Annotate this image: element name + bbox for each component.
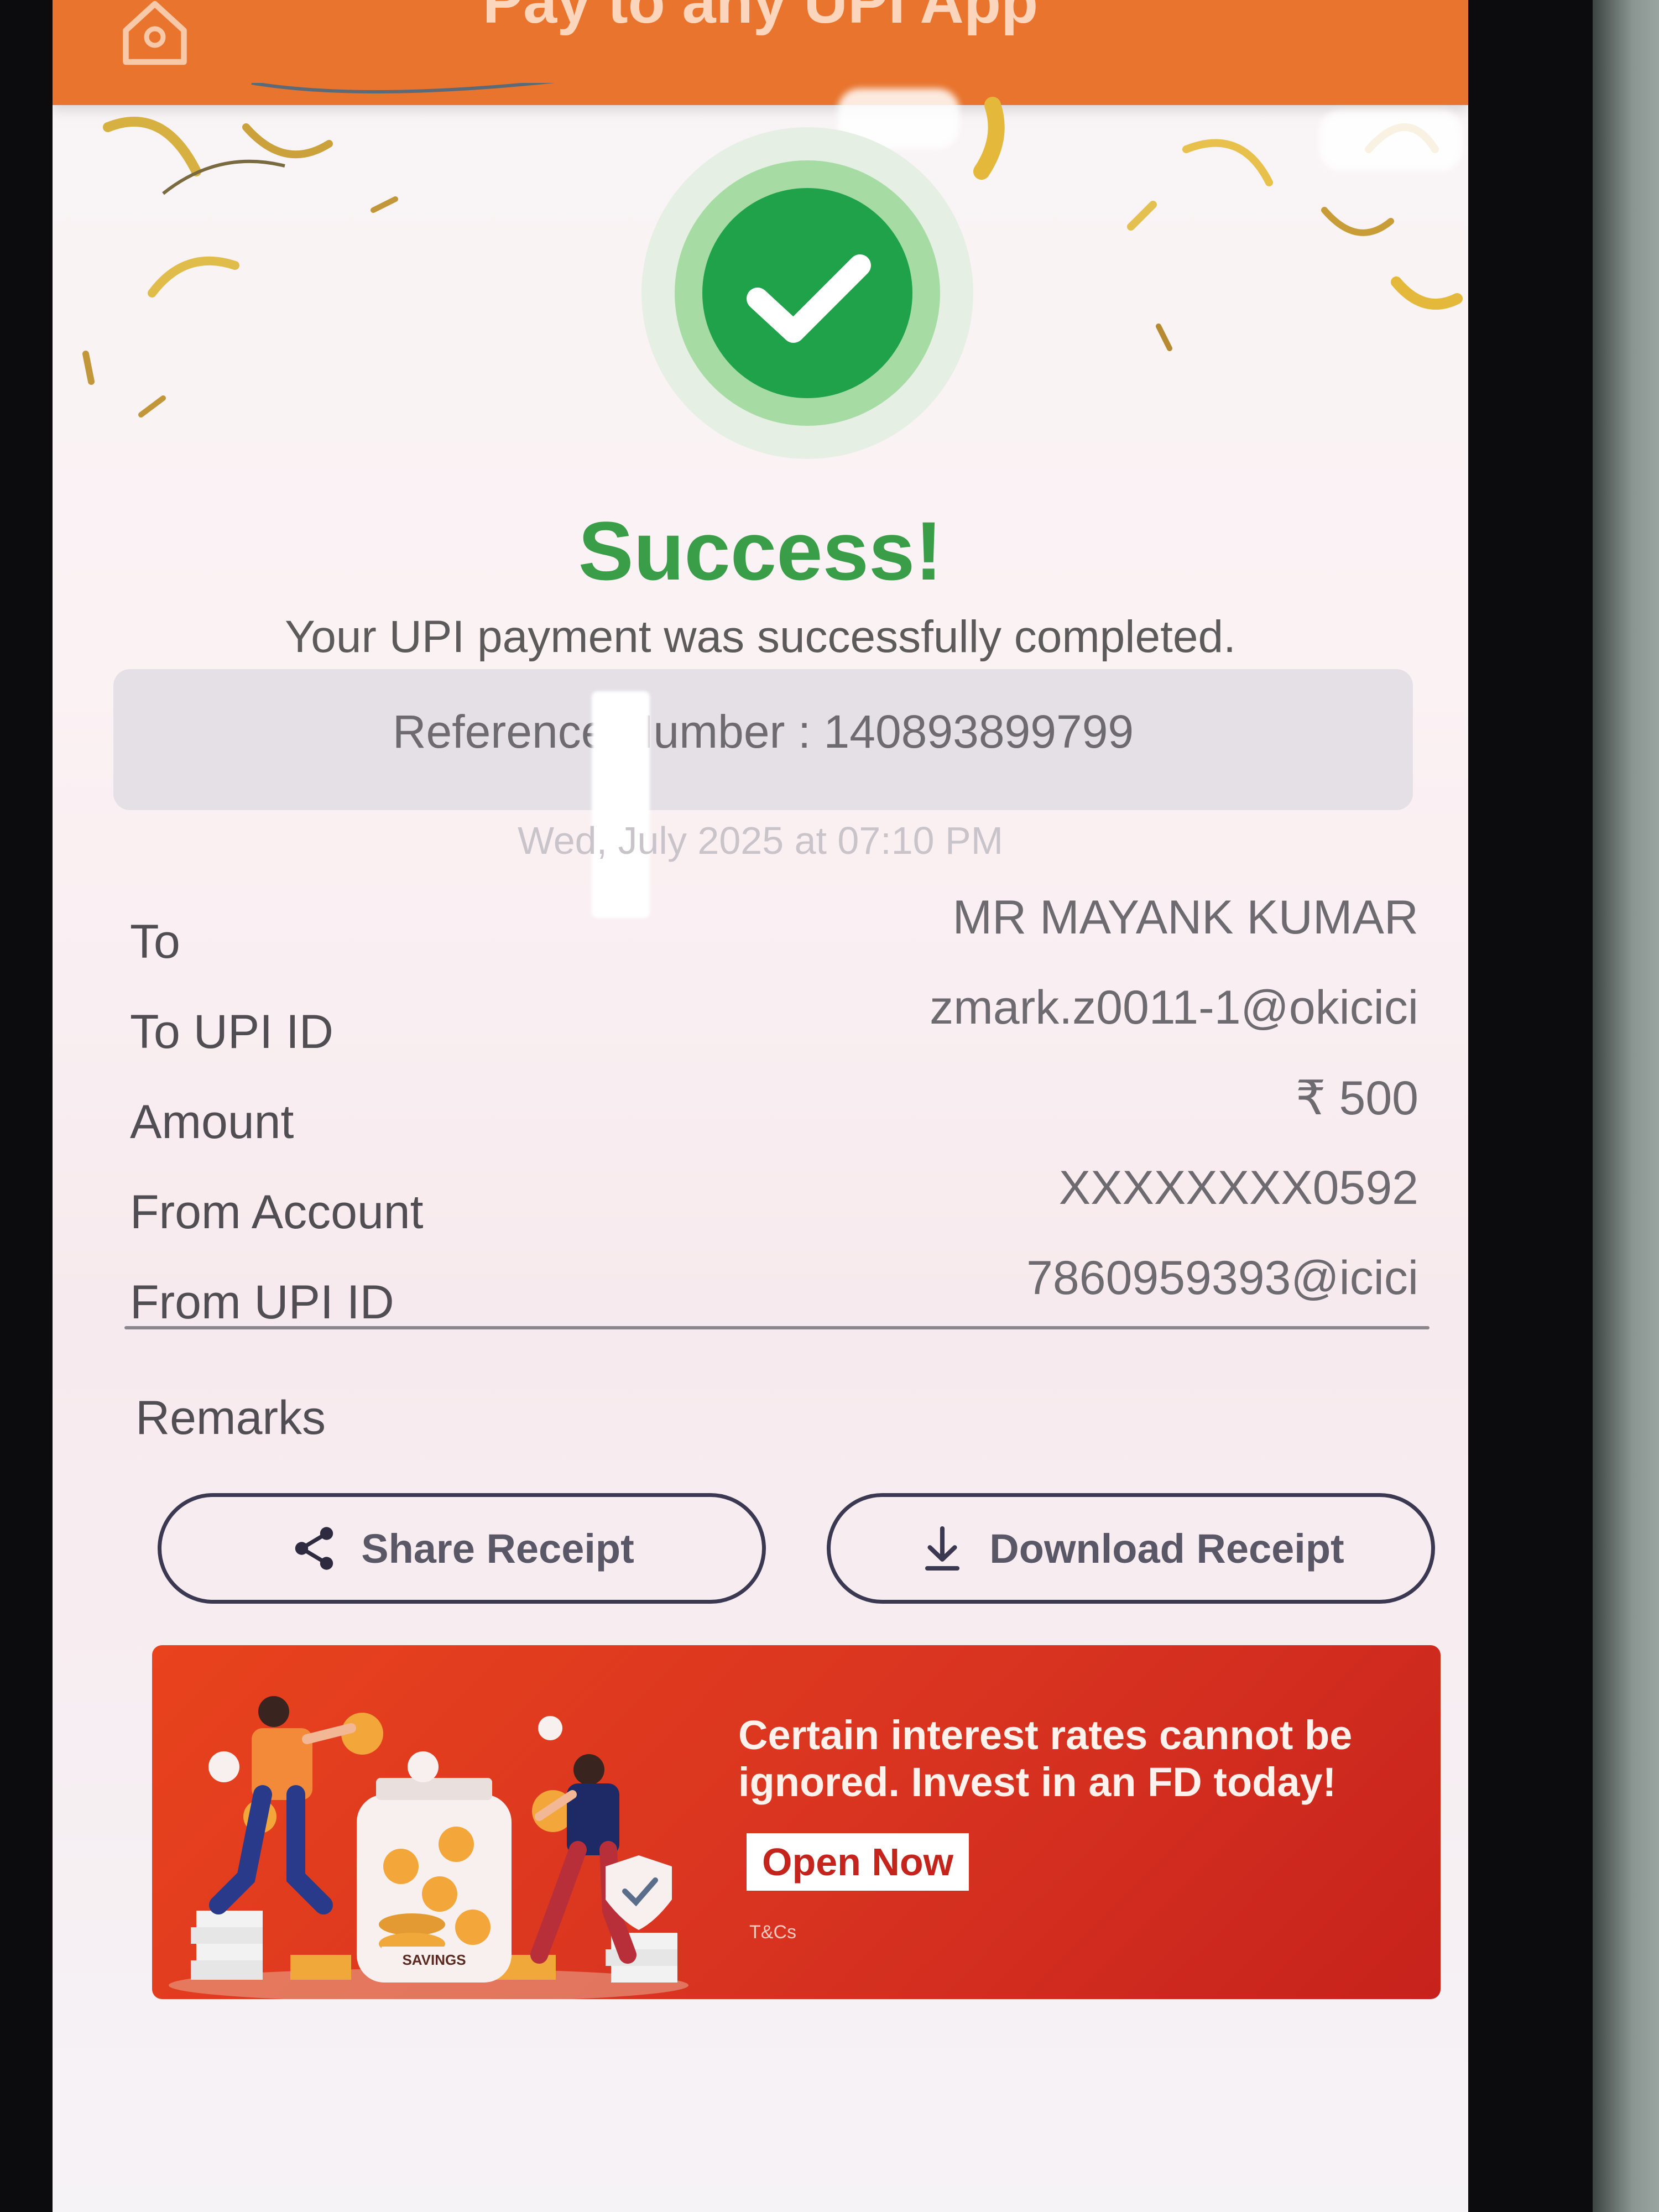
reference-number: Reference Number : 140893899799 [392, 706, 1134, 758]
fd-promo-banner[interactable]: SAVINGS Certain interest rates cannot be… [152, 1645, 1441, 1999]
detail-value: zmark.z0011-1@okicici [930, 981, 1418, 1034]
check-circle-icon [641, 127, 973, 459]
share-receipt-label: Share Receipt [361, 1525, 634, 1572]
share-icon [295, 1527, 333, 1570]
detail-row-from-account: From Account XXXXXXXX0592 [130, 1161, 1418, 1251]
remarks-label: Remarks [135, 1391, 326, 1444]
download-receipt-button[interactable]: Download Receipt [827, 1493, 1435, 1604]
detail-value: MR MAYANK KUMAR [952, 891, 1418, 944]
screen-glare [1319, 111, 1463, 171]
download-receipt-label: Download Receipt [989, 1525, 1344, 1572]
detail-label: From UPI ID [130, 1276, 394, 1329]
detail-row-amount: Amount ₹ 500 [130, 1071, 1418, 1161]
detail-value: XXXXXXXX0592 [1058, 1161, 1418, 1214]
detail-value: 7860959393@icici [1026, 1251, 1418, 1305]
detail-label: Amount [130, 1095, 294, 1149]
transaction-date: Wed, July 2025 at 07:10 PM [517, 819, 1004, 862]
app-screen: Pay to any UPI App Success! Your UPI pay… [53, 0, 1468, 2212]
open-now-button[interactable]: Open Now [747, 1833, 969, 1891]
share-receipt-button[interactable]: Share Receipt [158, 1493, 766, 1604]
reference-box: Reference Number : 140893899799 [113, 669, 1413, 810]
background-surface [1593, 0, 1659, 2212]
detail-label: To UPI ID [130, 1005, 333, 1058]
detail-label: To [130, 915, 180, 968]
jar-label: SAVINGS [402, 1952, 466, 1968]
detail-label: From Account [130, 1186, 424, 1239]
promo-text: Certain interest rates cannot be ignored… [738, 1712, 1353, 1806]
transaction-details: To MR MAYANK KUMAR To UPI ID zmark.z0011… [130, 890, 1418, 1341]
divider [124, 1326, 1430, 1329]
detail-value: ₹ 500 [1295, 1072, 1418, 1125]
header-title: Pay to any UPI App [482, 0, 1039, 36]
screen-glare [592, 691, 650, 918]
success-title: Success! [578, 504, 943, 597]
download-icon [925, 1526, 960, 1571]
detail-row-to-upi-id: To UPI ID zmark.z0011-1@okicici [130, 980, 1418, 1071]
success-message: Your UPI payment was successfully comple… [285, 612, 1236, 662]
terms-link[interactable]: T&Cs [749, 1922, 796, 1943]
savings-illustration: SAVINGS [169, 1696, 688, 1999]
detail-row-to: To MR MAYANK KUMAR [130, 890, 1418, 980]
